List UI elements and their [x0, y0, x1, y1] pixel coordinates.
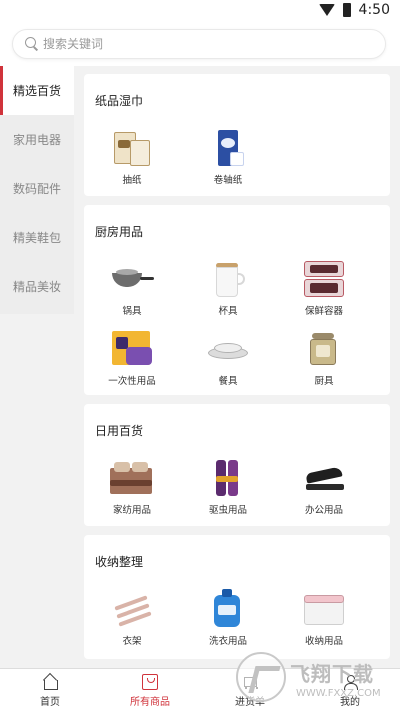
dinnerware-icon	[206, 329, 250, 369]
product-label: 厨具	[314, 376, 334, 387]
sidebar-item-featured-goods[interactable]: 精选百货	[0, 66, 74, 115]
category-title: 纸品湿巾	[95, 94, 144, 108]
tab-home[interactable]: 首页	[0, 669, 100, 712]
product-label: 保鲜容器	[304, 306, 343, 317]
search-input[interactable]	[43, 37, 343, 51]
sidebar-item-digital-accessories[interactable]: 数码配件	[0, 164, 74, 213]
storage-box-icon	[302, 589, 346, 629]
mug-icon	[206, 259, 250, 299]
category-card-paper: 纸品湿巾 抽纸 卷轴纸	[84, 74, 390, 196]
battery-icon	[342, 3, 351, 17]
product-label: 卷轴纸	[213, 175, 243, 186]
product-food-container[interactable]: 保鲜容器	[276, 259, 372, 317]
category-title: 收纳整理	[95, 555, 144, 569]
insect-spray-icon	[206, 458, 250, 498]
product-label: 衣架	[122, 636, 142, 647]
stapler-icon	[302, 458, 346, 498]
sidebar-item-label: 精品美妆	[12, 280, 61, 294]
product-paper-roll[interactable]: 卷轴纸	[180, 128, 276, 186]
category-card-kitchen: 厨房用品 锅具 杯具 保鲜容器 一次性用品 餐具 厨具	[84, 205, 390, 395]
category-card-storage: 收纳整理 衣架 洗衣用品 收纳用品	[84, 535, 390, 659]
sidebar-item-label: 精美鞋包	[12, 231, 61, 245]
sidebar-item-label: 家用电器	[12, 133, 61, 147]
home-icon	[42, 674, 58, 690]
watermark-brand: 飞翔下载	[290, 662, 374, 686]
product-dinnerware[interactable]: 餐具	[180, 329, 276, 387]
product-label: 收纳用品	[304, 636, 343, 647]
product-stapler[interactable]: 办公用品	[276, 458, 372, 516]
hanger-icon	[110, 589, 154, 629]
watermark: 飞翔下载 WWW.FXXZ.COM	[236, 652, 396, 708]
tissue-box-icon	[110, 128, 154, 168]
cookware-icon	[302, 329, 346, 369]
category-title: 厨房用品	[95, 225, 144, 239]
sidebar-item-shoes-bags[interactable]: 精美鞋包	[0, 213, 74, 262]
product-label: 办公用品	[304, 505, 343, 516]
product-label: 驱虫用品	[208, 505, 247, 516]
product-label: 餐具	[218, 376, 238, 387]
paper-roll-icon	[206, 128, 250, 168]
product-label: 锅具	[122, 306, 142, 317]
product-detergent[interactable]: 洗衣用品	[180, 589, 276, 647]
product-label: 抽纸	[122, 175, 142, 186]
sidebar-item-home-appliances[interactable]: 家用电器	[0, 115, 74, 164]
status-time: 4:50	[358, 2, 390, 18]
tab-all-products[interactable]: 所有商品	[100, 669, 200, 712]
disposable-bags-icon	[110, 329, 154, 369]
category-title: 日用百货	[95, 424, 144, 438]
watermark-logo-icon	[236, 652, 286, 702]
tab-label: 所有商品	[130, 696, 170, 708]
product-storage-box[interactable]: 收纳用品	[276, 589, 372, 647]
product-label: 一次性用品	[108, 376, 156, 387]
bedding-icon	[110, 458, 154, 498]
wifi-icon	[318, 4, 335, 16]
product-wok[interactable]: 锅具	[84, 259, 180, 317]
detergent-icon	[206, 589, 250, 629]
status-bar: 4:50	[0, 0, 400, 24]
category-card-daily-goods: 日用百货 家纺用品 驱虫用品 办公用品	[84, 404, 390, 526]
tab-label: 首页	[40, 696, 60, 708]
product-insect-spray[interactable]: 驱虫用品	[180, 458, 276, 516]
product-disposable[interactable]: 一次性用品	[84, 329, 180, 387]
product-label: 家纺用品	[112, 505, 151, 516]
shopping-bag-icon	[142, 673, 158, 690]
product-cookware[interactable]: 厨具	[276, 329, 372, 387]
food-container-icon	[302, 259, 346, 299]
product-label: 洗衣用品	[208, 636, 247, 647]
product-bedding[interactable]: 家纺用品	[84, 458, 180, 516]
product-tissue[interactable]: 抽纸	[84, 128, 180, 186]
product-label: 杯具	[218, 306, 238, 317]
sidebar-item-cosmetics[interactable]: 精品美妆	[0, 262, 74, 311]
sidebar-item-label: 精选百货	[12, 84, 61, 98]
sidebar-item-label: 数码配件	[12, 182, 61, 196]
wok-icon	[110, 259, 154, 299]
watermark-url: WWW.FXXZ.COM	[296, 688, 381, 699]
product-hanger[interactable]: 衣架	[84, 589, 180, 647]
search-icon	[25, 37, 39, 51]
category-sidebar: 精选百货 家用电器 数码配件 精美鞋包 精品美妆	[0, 66, 74, 314]
search-box[interactable]	[12, 29, 386, 59]
search-bar-container	[0, 24, 400, 66]
product-mug[interactable]: 杯具	[180, 259, 276, 317]
